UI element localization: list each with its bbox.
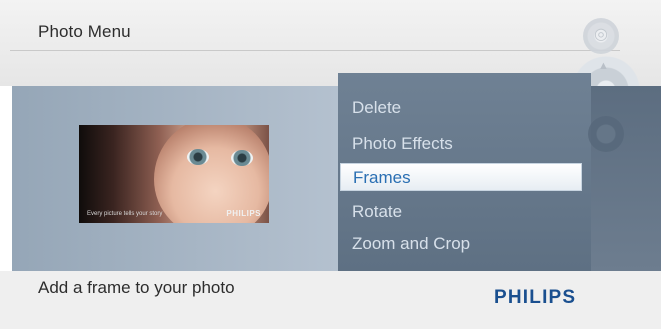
- photo-caption: Every picture tells your story: [87, 211, 163, 217]
- left-eye-icon: [187, 149, 209, 165]
- menu-control-icon[interactable]: [588, 116, 624, 152]
- menu-item-delete[interactable]: Delete: [352, 96, 401, 120]
- help-text: Add a frame to your photo: [38, 278, 235, 297]
- page-title: Photo Menu: [38, 22, 131, 41]
- side-control-strip: [591, 86, 661, 271]
- menu-item-photo-effects[interactable]: Photo Effects: [352, 132, 453, 156]
- philips-logo: PHILIPS: [494, 287, 577, 308]
- menu-item-zoom-crop[interactable]: Zoom and Crop: [352, 232, 470, 256]
- footer-bar: Add a frame to your photo PHILIPS: [0, 271, 661, 329]
- navigation-dial-icon[interactable]: ◎: [583, 18, 619, 54]
- right-eye-icon: [231, 150, 253, 166]
- menu-item-rotate[interactable]: Rotate: [352, 200, 402, 224]
- photo-thumbnail[interactable]: Every picture tells your story PHILIPS: [79, 125, 269, 223]
- photo-frame-screen: Photo Menu ◎ ▲ Every picture tells your …: [0, 0, 661, 329]
- header-divider: [10, 50, 620, 51]
- photo-brand-label: PHILIPS: [226, 209, 261, 218]
- menu-item-frames[interactable]: Frames: [340, 163, 582, 191]
- up-arrow-icon: ▲: [598, 60, 609, 72]
- dial-center-icon: ◎: [594, 26, 608, 43]
